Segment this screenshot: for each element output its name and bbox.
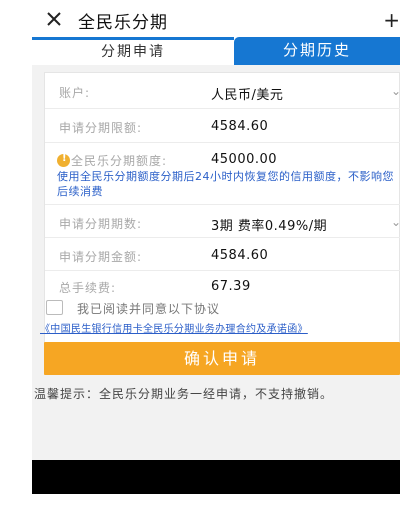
agree-text: 我已阅读并同意以下协议 [77,302,221,316]
chevron-down-icon: ⌄ [390,84,400,98]
close-icon[interactable] [44,9,64,29]
chevron-down-icon: ⌄ [390,215,400,229]
account-row[interactable]: 账户: 人民币/美元 ⌄ [45,73,400,109]
account-value: 人民币/美元 [211,88,284,103]
fee-row: 总手续费: 67.39 [45,271,400,300]
more-icon[interactable]: + [383,8,400,32]
limit-row: 申请分期限额: 4584.60 [45,109,400,143]
account-label: 账户: [59,86,91,100]
periods-row[interactable]: 申请分期期数: 3期 费率0.49%/期 ⌄ [45,205,400,238]
form-card: 账户: 人民币/美元 ⌄ 申请分期限额: 4584.60 全民乐分期额度: 45… [44,72,400,362]
limit-label: 申请分期限额: [59,121,143,135]
tip-text: 温馨提示：全民乐分期业务一经申请，不支持撤销。 [34,387,334,401]
top-bar: 全民乐分期 + [0,0,400,37]
left-margin [0,37,32,505]
info-icon [57,153,70,167]
bottom-margin [0,494,400,505]
tab-installment-apply[interactable]: 分期申请 [32,37,234,65]
fee-label: 总手续费: [59,281,117,295]
periods-value: 3期 费率0.49%/期 [211,219,328,234]
quota-row: 全民乐分期额度: 45000.00 使用全民乐分期额度分期后24小时内恢复您的信… [45,143,400,205]
amount-value: 4584.60 [211,248,269,263]
amount-label: 申请分期金额: [59,250,143,264]
agreement-row: 我已阅读并同意以下协议 [44,298,400,318]
tab-bar: 分期申请 分期历史 [32,37,400,65]
contract-link[interactable]: 《中国民生银行信用卡全民乐分期业务办理合约及承诺函》 [40,320,308,335]
amount-row: 申请分期金额: 4584.60 [45,238,400,271]
quota-note: 使用全民乐分期额度分期后24小时内恢复您的信用额度，不影响您后续消费 [57,170,394,198]
fee-value: 67.39 [211,279,251,294]
page-title: 全民乐分期 [78,13,168,33]
periods-label: 申请分期期数: [59,217,143,231]
confirm-button[interactable]: 确认申请 [44,342,400,375]
tab-installment-history[interactable]: 分期历史 [234,37,400,65]
limit-value: 4584.60 [211,119,269,134]
agree-checkbox[interactable] [46,300,63,315]
bottom-bar [32,460,400,494]
quota-value: 45000.00 [211,152,278,167]
quota-label: 全民乐分期额度: [71,154,168,168]
